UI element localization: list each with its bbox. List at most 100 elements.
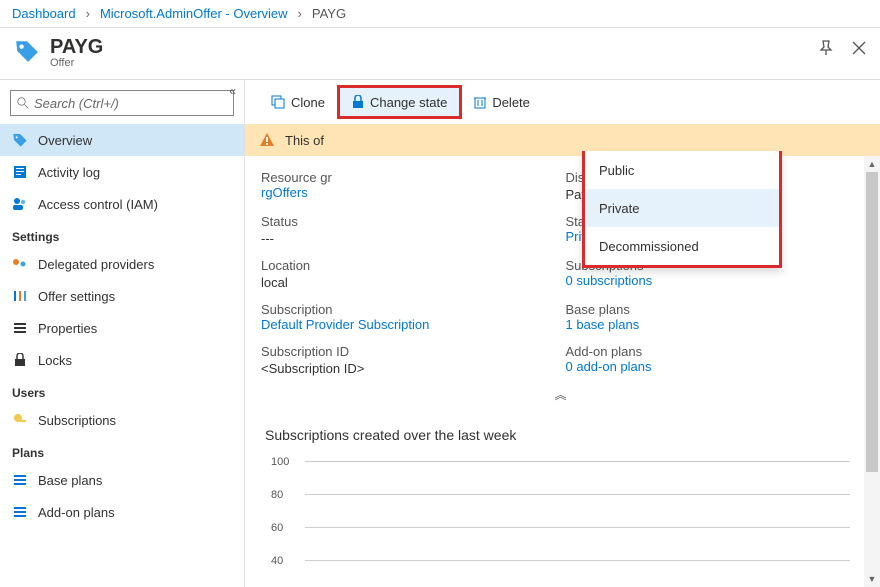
- lock-icon: [12, 352, 28, 368]
- chart-tick: 80: [271, 489, 283, 501]
- field-label: Resource gr: [261, 170, 546, 185]
- scrollbar-thumb[interactable]: [866, 172, 878, 472]
- field-value-link[interactable]: 0 subscriptions: [566, 273, 653, 288]
- field-subscription-id: Subscription ID <Subscription ID>: [261, 344, 546, 376]
- sidebar-item-label: Locks: [38, 353, 72, 368]
- copy-icon: [271, 95, 285, 109]
- field-location: Location local: [261, 258, 546, 290]
- sidebar-item-activity-log[interactable]: Activity log: [0, 156, 244, 188]
- field-value-link[interactable]: Default Provider Subscription: [261, 317, 429, 332]
- sidebar-item-label: Add-on plans: [38, 505, 115, 520]
- properties-icon: [12, 320, 28, 336]
- sidebar-item-label: Access control (IAM): [38, 197, 158, 212]
- main-content: Clone Change state Delete This of Public…: [245, 80, 880, 587]
- subscriptions-chart: 100 80 60 40: [305, 461, 850, 587]
- chart-tick: 60: [271, 522, 283, 534]
- field-label: Status: [261, 214, 546, 229]
- sidebar-item-label: Offer settings: [38, 289, 115, 304]
- field-value: local: [261, 275, 546, 290]
- collapse-sidebar-icon[interactable]: «: [229, 84, 236, 98]
- trash-icon: [474, 95, 486, 109]
- field-resource-group: Resource gr rgOffers: [261, 170, 546, 202]
- sidebar-item-access-control[interactable]: Access control (IAM): [0, 188, 244, 220]
- field-value-link[interactable]: rgOffers: [261, 185, 308, 200]
- list-icon: [12, 504, 28, 520]
- chart-tick: 40: [271, 555, 283, 567]
- button-label: Delete: [492, 95, 530, 110]
- field-base-plans: Base plans 1 base plans: [566, 302, 851, 332]
- search-input[interactable]: Search (Ctrl+/): [10, 90, 234, 116]
- field-label: Subscription: [261, 302, 546, 317]
- field-value-link[interactable]: 0 add-on plans: [566, 359, 652, 374]
- sidebar-item-addon-plans[interactable]: Add-on plans: [0, 496, 244, 528]
- breadcrumb-current: PAYG: [312, 6, 346, 21]
- warning-banner: This of: [245, 124, 880, 156]
- sidebar-item-label: Activity log: [38, 165, 100, 180]
- people-icon: [12, 196, 28, 212]
- chart-section: Subscriptions created over the last week…: [245, 407, 880, 587]
- sidebar-group-plans: Plans: [0, 436, 244, 464]
- scroll-down-icon[interactable]: ▼: [864, 571, 880, 587]
- sidebar-item-locks[interactable]: Locks: [0, 344, 244, 376]
- sidebar-item-label: Properties: [38, 321, 97, 336]
- sidebar-item-label: Overview: [38, 133, 92, 148]
- field-label: Add-on plans: [566, 344, 851, 359]
- page-header: PAYG Offer: [0, 28, 880, 80]
- sidebar-group-settings: Settings: [0, 220, 244, 248]
- dropdown-item-public[interactable]: Public: [585, 151, 779, 189]
- search-icon: [17, 97, 29, 109]
- sidebar-item-delegated-providers[interactable]: Delegated providers: [0, 248, 244, 280]
- change-state-button[interactable]: Change state: [337, 85, 462, 119]
- key-icon: [12, 412, 28, 428]
- log-icon: [12, 164, 28, 180]
- field-label: Subscription ID: [261, 344, 546, 359]
- sidebar-item-overview[interactable]: Overview: [0, 124, 244, 156]
- collapse-up-icon[interactable]: ︽: [245, 382, 880, 407]
- sidebar-item-label: Base plans: [38, 473, 102, 488]
- list-icon: [12, 472, 28, 488]
- scroll-up-icon[interactable]: ▲: [864, 156, 880, 172]
- warning-text: This of: [285, 133, 324, 148]
- vertical-scrollbar[interactable]: ▲ ▼: [864, 156, 880, 587]
- providers-icon: [12, 256, 28, 272]
- chevron-right-icon: ›: [86, 6, 90, 21]
- tag-icon: [12, 132, 28, 148]
- tag-icon: [14, 38, 40, 64]
- field-label: Base plans: [566, 302, 851, 317]
- button-label: Clone: [291, 95, 325, 110]
- sidebar-item-base-plans[interactable]: Base plans: [0, 464, 244, 496]
- lock-icon: [352, 95, 364, 109]
- sidebar-item-offer-settings[interactable]: Offer settings: [0, 280, 244, 312]
- field-status: Status ---: [261, 214, 546, 246]
- pin-icon[interactable]: [818, 40, 834, 59]
- search-placeholder: Search (Ctrl+/): [34, 96, 119, 111]
- sidebar-item-properties[interactable]: Properties: [0, 312, 244, 344]
- chart-title: Subscriptions created over the last week: [265, 427, 850, 443]
- sidebar-item-label: Subscriptions: [38, 413, 116, 428]
- property-grid: Resource gr rgOffers Display name Pay as…: [245, 156, 880, 382]
- field-label: Location: [261, 258, 546, 273]
- delete-button[interactable]: Delete: [462, 85, 542, 119]
- sidebar-item-label: Delegated providers: [38, 257, 154, 272]
- sidebar-group-users: Users: [0, 376, 244, 404]
- button-label: Change state: [370, 95, 447, 110]
- page-title: PAYG: [50, 36, 103, 59]
- field-value-link[interactable]: 1 base plans: [566, 317, 640, 332]
- field-value: ---: [261, 231, 546, 246]
- close-icon[interactable]: [852, 41, 866, 58]
- chart-tick: 100: [271, 456, 289, 468]
- breadcrumb-dashboard[interactable]: Dashboard: [12, 6, 76, 21]
- dropdown-item-decommissioned[interactable]: Decommissioned: [585, 227, 779, 265]
- toolbar: Clone Change state Delete: [245, 80, 880, 124]
- breadcrumb-adminoffer[interactable]: Microsoft.AdminOffer - Overview: [100, 6, 288, 21]
- clone-button[interactable]: Clone: [259, 85, 337, 119]
- field-subscription: Subscription Default Provider Subscripti…: [261, 302, 546, 332]
- breadcrumb: Dashboard › Microsoft.AdminOffer - Overv…: [0, 0, 880, 28]
- sidebar: « Search (Ctrl+/) Overview Activity log …: [0, 80, 245, 587]
- field-value: <Subscription ID>: [261, 361, 546, 376]
- sidebar-item-subscriptions[interactable]: Subscriptions: [0, 404, 244, 436]
- field-addon-plans: Add-on plans 0 add-on plans: [566, 344, 851, 376]
- sliders-icon: [12, 288, 28, 304]
- chevron-right-icon: ›: [298, 6, 302, 21]
- dropdown-item-private[interactable]: Private: [585, 189, 779, 227]
